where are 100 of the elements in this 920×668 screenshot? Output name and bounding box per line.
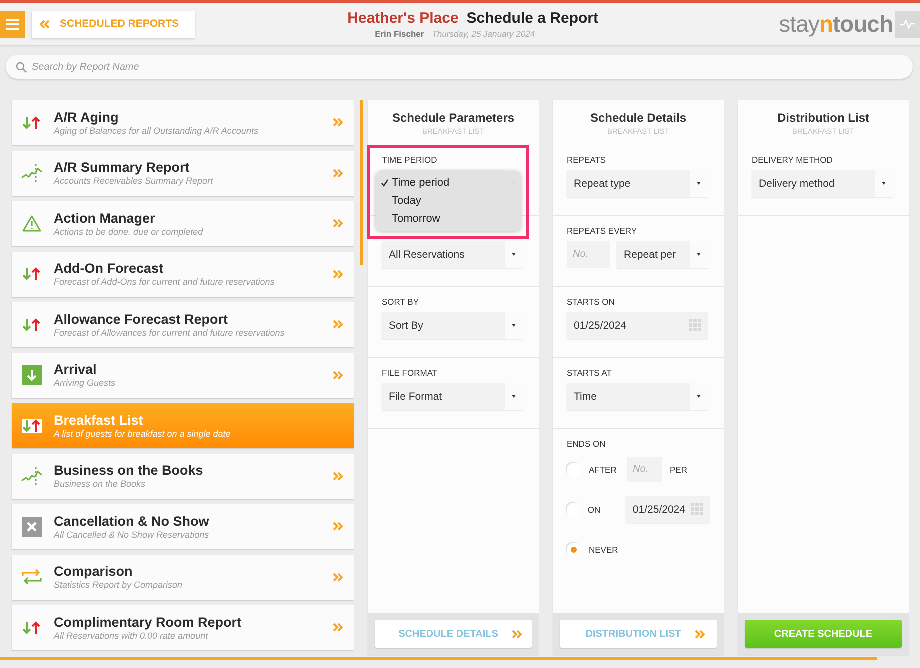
field-label: TIME PERIOD	[382, 155, 438, 167]
panel-title: Schedule Parameters	[392, 111, 515, 125]
double-chevron-icon	[333, 370, 343, 380]
double-chevron-icon	[333, 572, 343, 582]
report-description: All Reservations with 0.00 rate amount	[54, 630, 210, 640]
report-description: A list of guests for breakfast on a single date	[54, 428, 232, 438]
dropdown-arrow-icon	[512, 253, 516, 256]
page-title: Schedule a Report	[466, 10, 598, 26]
double-chevron-icon	[333, 320, 343, 329]
number-field[interactable]: No.	[567, 241, 610, 268]
radio-label: ON	[588, 504, 602, 514]
report-title: A/R Aging	[54, 110, 120, 124]
field-label: STARTS AT	[567, 368, 613, 380]
dropdown-arrow-icon	[512, 324, 516, 327]
field-label: DELIVERY METHOD	[752, 155, 834, 167]
report-item[interactable]: A/R Summary Report Accounts Receivables Summary Report	[12, 150, 354, 196]
dropdown-option[interactable]: Today	[376, 192, 521, 210]
double-chevron-icon	[333, 168, 343, 178]
business-date: Thursday, 25 January 2024	[432, 28, 536, 38]
double-chevron-icon	[333, 219, 343, 228]
up-down-arrows-icon	[22, 418, 42, 432]
double-chevron-icon	[333, 472, 343, 480]
back-chevron-icon	[40, 20, 50, 28]
logo: stayntouch	[779, 10, 893, 38]
report-description: Statistics Report by Comparison	[54, 580, 184, 590]
field-label: FILE FORMAT	[382, 368, 439, 380]
field-label: ENDS ON	[567, 439, 607, 451]
radio-label: NEVER	[589, 544, 619, 554]
dropdown-option[interactable]: Tomorrow	[376, 210, 521, 228]
pulse-icon	[900, 20, 915, 28]
search-input[interactable]: Search by Report Name	[32, 62, 903, 72]
report-title: A/R Summary Report	[54, 160, 191, 175]
hotel-name: Heather's Place	[348, 10, 459, 26]
user-name: Erin Fischer	[375, 28, 424, 38]
panel-title: Distribution List	[778, 111, 870, 125]
double-chevron-icon	[333, 270, 343, 278]
double-chevron-icon	[333, 623, 343, 632]
search-icon	[16, 62, 27, 72]
report-item[interactable]: Action Manager Actions to be done, due or completed	[12, 201, 354, 246]
calendar-icon	[691, 503, 704, 516]
report-title: Breakfast List	[54, 412, 144, 428]
unit-label: PER	[670, 464, 688, 474]
trend-line-icon	[21, 163, 43, 183]
double-chevron-icon	[333, 118, 343, 127]
double-chevron-icon	[512, 630, 522, 638]
report-item[interactable]: Add-On Forecast Forecast of Add-Ons for current and future reservations	[12, 252, 354, 296]
select-field[interactable]: Delivery method	[752, 170, 893, 197]
report-item[interactable]: Business on the Books Business on the Books	[12, 454, 354, 498]
report-item[interactable]: A/R Aging Aging of Balances for all Outstanding A/R Accounts	[12, 100, 354, 145]
up-down-arrows-icon	[22, 318, 42, 332]
number-field[interactable]: No.	[627, 457, 662, 482]
radio-label: AFTER	[589, 464, 618, 474]
double-chevron-icon	[333, 522, 343, 531]
activity-button[interactable]	[895, 10, 920, 38]
scrollbar-thumb[interactable]	[360, 100, 363, 265]
dropdown-arrow-icon	[697, 253, 701, 256]
report-title: Cancellation & No Show	[54, 514, 210, 528]
dropdown-arrow-icon	[882, 182, 886, 185]
field-label: REPEATS EVERY	[567, 226, 638, 238]
warning-icon	[22, 214, 42, 232]
trend-line-icon	[21, 466, 43, 486]
report-item[interactable]: Arrival Arriving Guests	[12, 352, 354, 398]
report-description: Arriving Guests	[54, 378, 117, 388]
select-field[interactable]: Repeat type	[567, 170, 708, 197]
menu-icon	[6, 18, 19, 30]
date-field[interactable]: 01/25/2024	[626, 496, 710, 523]
search-field[interactable]: Search by Report Name	[6, 55, 913, 79]
calendar-icon	[689, 319, 702, 332]
menu-button[interactable]	[0, 10, 25, 38]
report-description: Forecast of Allowances for current and future reservations	[54, 328, 286, 338]
select-field[interactable]: Time	[567, 383, 708, 410]
report-description: Business on the Books	[54, 479, 147, 489]
report-title: Action Manager	[54, 210, 156, 226]
swap-arrows-icon	[21, 567, 43, 587]
up-down-arrows-icon	[22, 267, 42, 281]
cross-icon	[22, 516, 42, 536]
date-field[interactable]: 01/25/2024	[567, 312, 708, 339]
report-title: Comparison	[54, 564, 134, 579]
select-field[interactable]: Repeat per	[617, 241, 708, 268]
double-chevron-icon	[695, 630, 706, 638]
report-item[interactable]: Allowance Forecast Report Forecast of Allowances for current and future reservations	[12, 302, 354, 347]
report-title: Business on the Books	[54, 463, 204, 478]
report-title: Complimentary Room Report	[54, 614, 243, 630]
report-description: Aging of Balances for all Outstanding A/R Accounts	[54, 126, 260, 136]
select-field[interactable]: Sort By	[382, 312, 523, 339]
dropdown-option[interactable]: Time period	[376, 174, 521, 192]
select-field[interactable]: All Reservations	[382, 241, 523, 268]
select-field[interactable]: File Format	[382, 383, 523, 410]
field-label: STARTS ON	[567, 297, 616, 309]
dropdown-arrow-icon	[512, 395, 516, 398]
checkmark-icon	[381, 179, 389, 187]
up-down-arrows-icon	[22, 620, 42, 634]
report-description: All Cancelled & No Show Reservations	[54, 530, 210, 540]
report-item[interactable]: Complimentary Room Report All Reservations with 0.00 rate amount	[12, 605, 354, 650]
field-label: REPEATS	[567, 155, 608, 167]
report-item[interactable]: Comparison Statistics Report by Comparison	[12, 554, 354, 600]
up-down-arrows-icon	[22, 116, 42, 130]
report-title: Arrival	[54, 362, 98, 377]
report-item[interactable]: Cancellation & No Show All Cancelled & No Show Reservations	[12, 504, 354, 549]
report-title: Add-On Forecast	[54, 261, 165, 276]
